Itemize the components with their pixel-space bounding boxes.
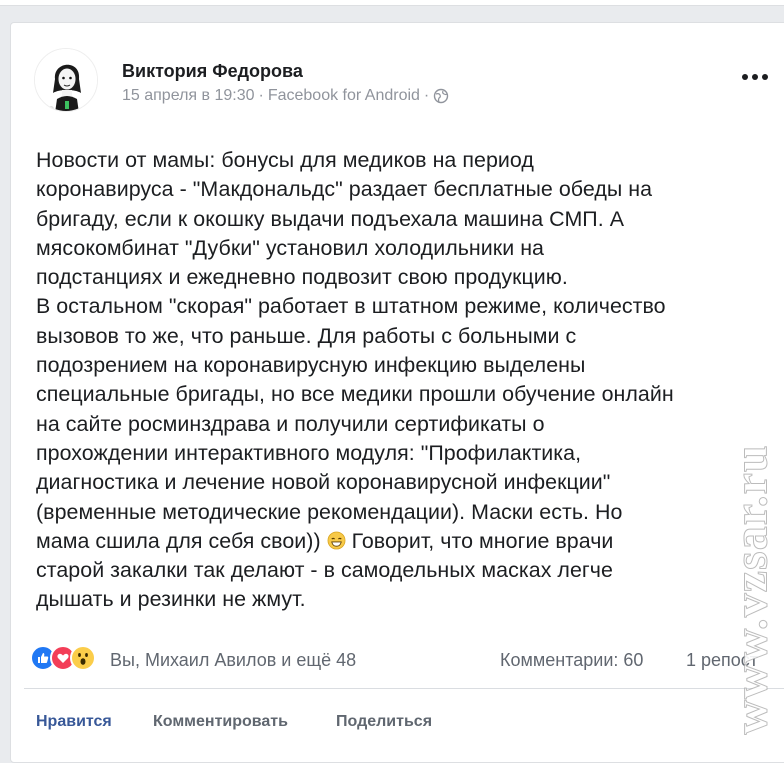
dot <box>762 74 768 80</box>
comment-button[interactable]: Комментировать <box>153 713 288 731</box>
post-meta: 15 апреля в 19:30 · Facebook for Android… <box>122 87 449 105</box>
share-button[interactable]: Поделиться <box>336 713 432 731</box>
grinning-face-icon <box>327 531 346 550</box>
post-text: Новости от мамы: бонусы для медиков на п… <box>36 146 776 615</box>
avatar-illustration <box>35 49 97 111</box>
dot <box>742 74 748 80</box>
comments-count[interactable]: Комментарии: 60 <box>500 650 643 671</box>
post-source: Facebook for Android <box>267 87 420 104</box>
more-options-icon[interactable] <box>742 70 770 84</box>
meta-separator: · <box>423 87 430 104</box>
divider <box>24 688 784 689</box>
reaction-icons[interactable] <box>30 645 96 671</box>
watermark-text: www.vzsar.ru <box>724 443 778 735</box>
author-name[interactable]: Виктория Федорова <box>122 61 303 82</box>
avatar[interactable] <box>34 48 98 112</box>
like-button[interactable]: Нравится <box>36 713 112 731</box>
dot <box>752 74 758 80</box>
watermark: www.vzsar.ru <box>716 430 784 748</box>
post-date[interactable]: 15 апреля в 19:30 <box>122 87 255 105</box>
meta-separator: · <box>258 87 264 104</box>
post-text-part1: Новости от мамы: бонусы для медиков на п… <box>36 148 674 553</box>
reactions-summary[interactable]: Вы, Михаил Авилов и ещё 48 <box>110 650 356 671</box>
previous-post-edge <box>0 0 784 6</box>
wow-icon <box>70 645 96 671</box>
globe-icon[interactable] <box>433 88 449 104</box>
